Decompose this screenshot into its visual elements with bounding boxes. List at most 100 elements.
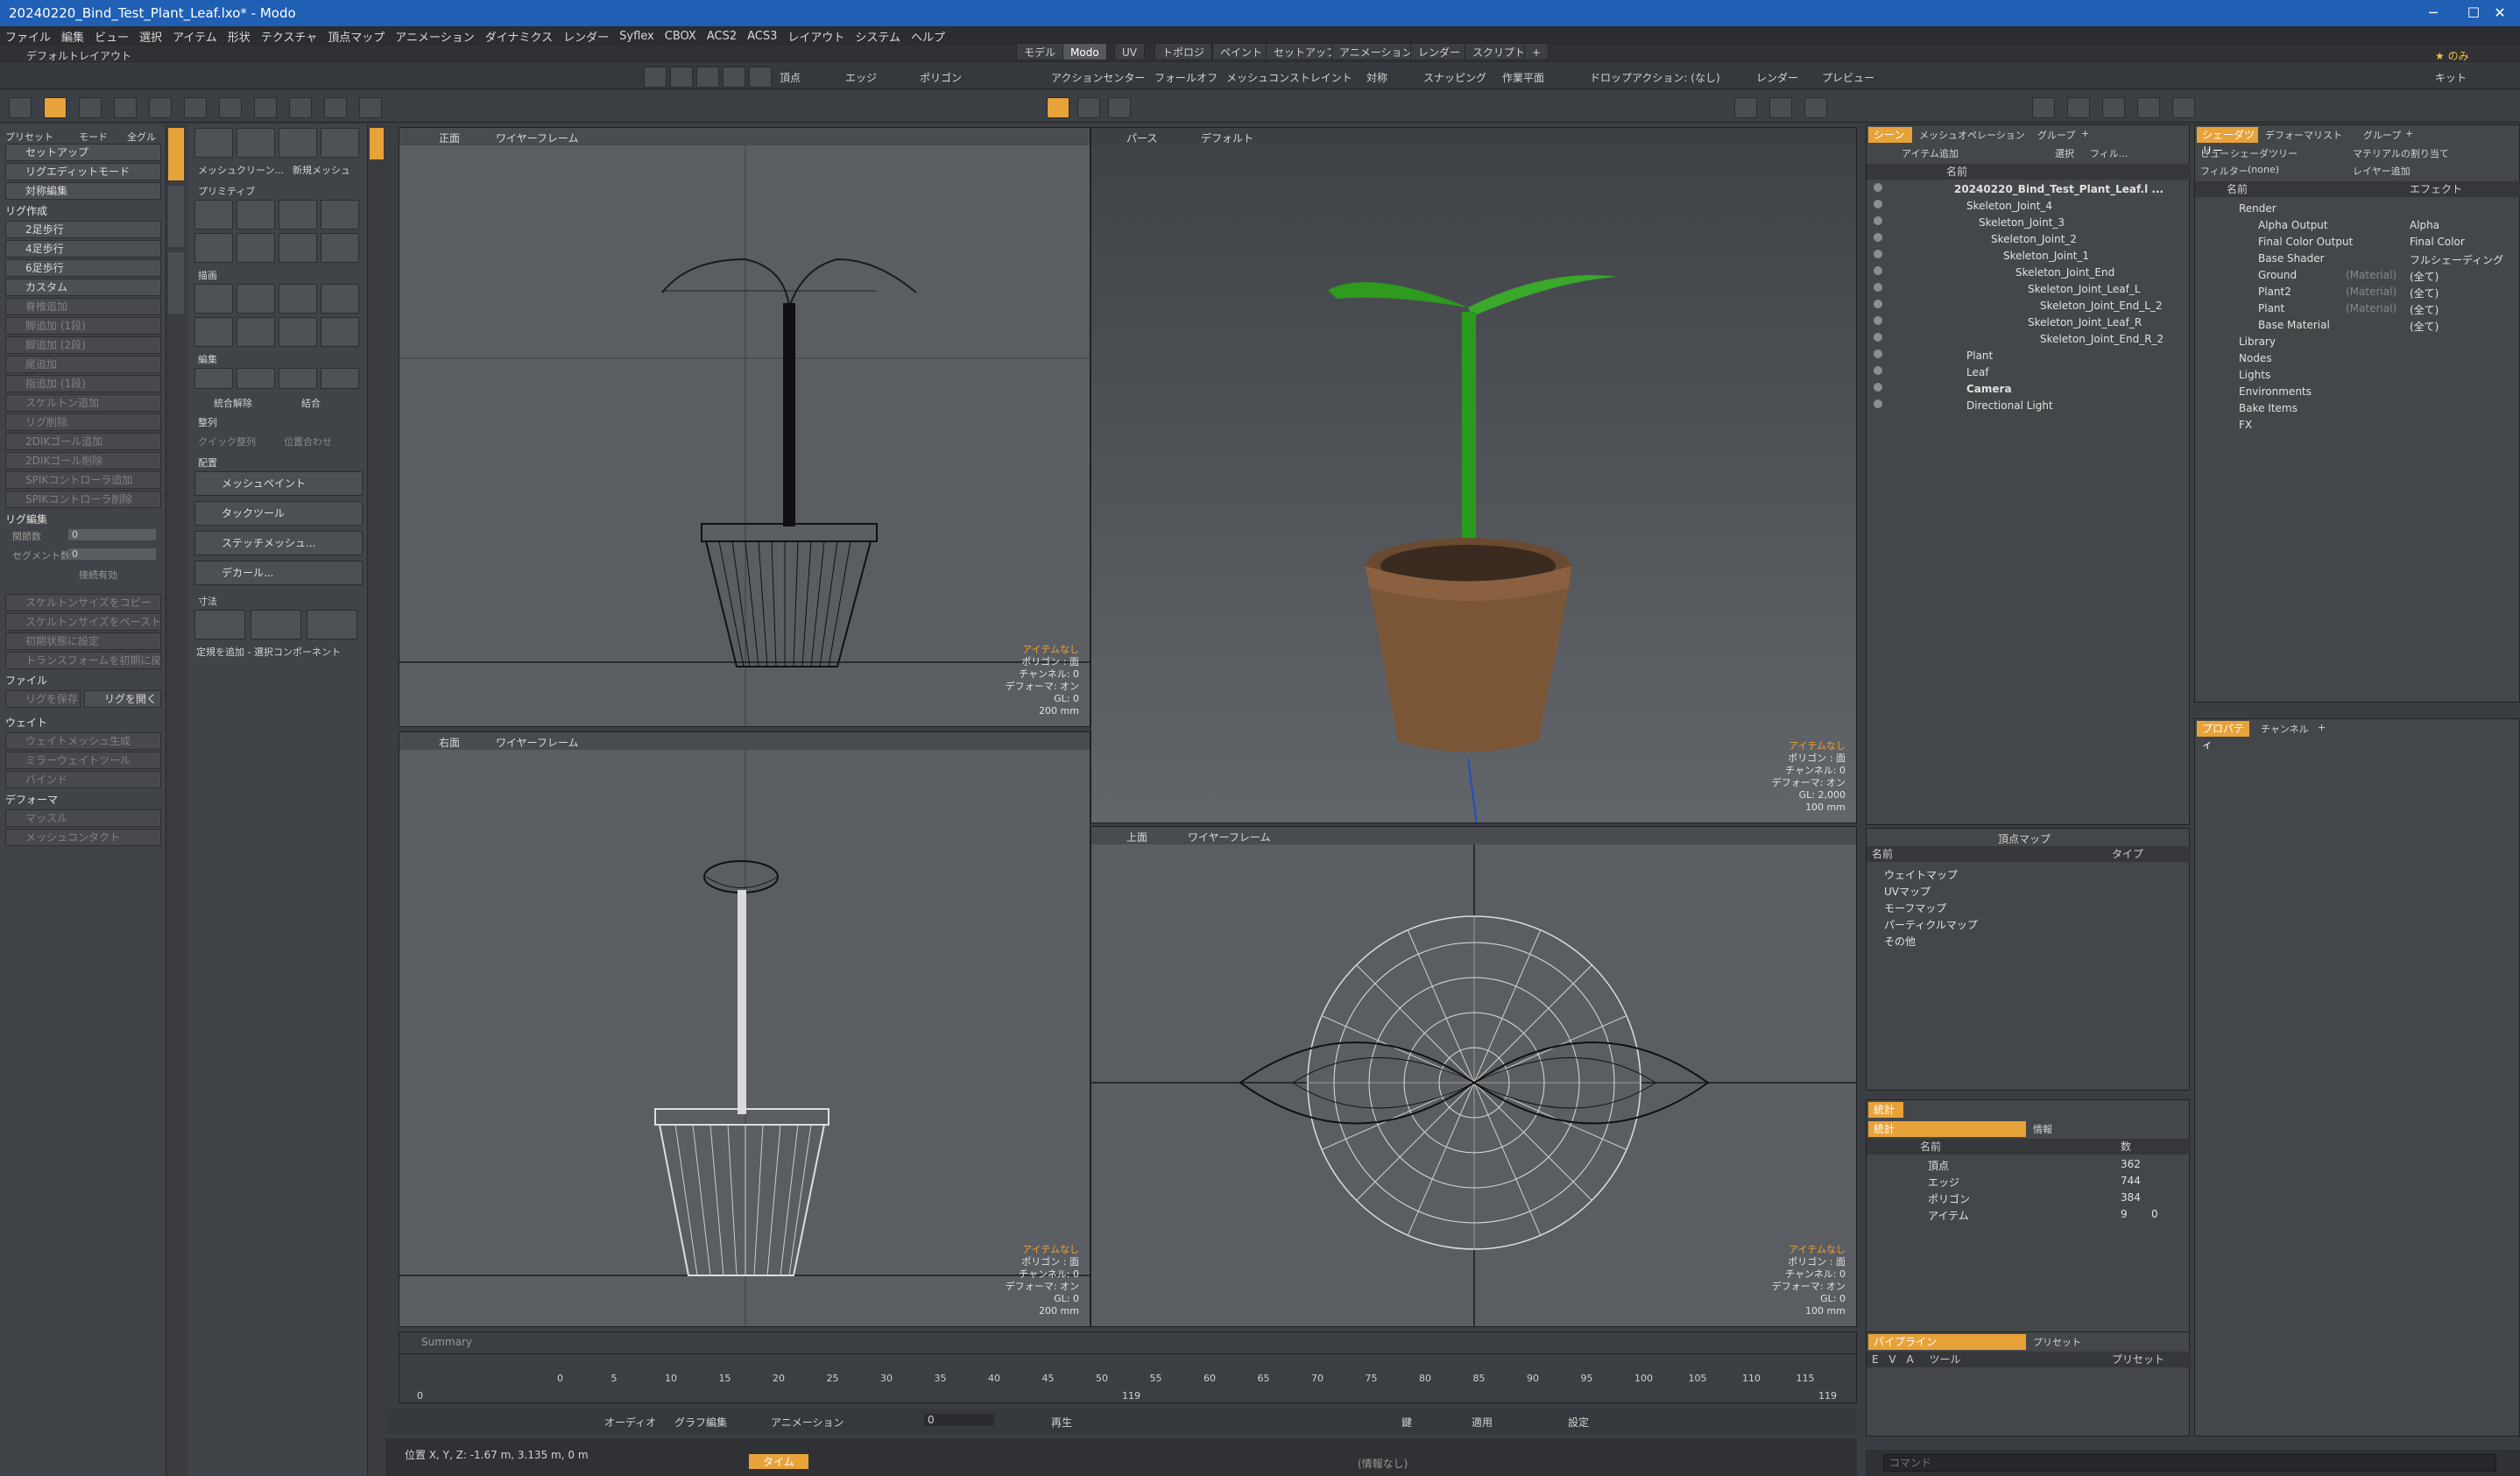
box-select-icon[interactable] bbox=[1047, 97, 1069, 118]
rig-create-item[interactable]: 脊椎追加 bbox=[5, 298, 161, 315]
tab-add[interactable]: + bbox=[1524, 43, 1549, 60]
graph-editor-button[interactable]: グラフ編集 bbox=[674, 1415, 727, 1430]
group-dropdown[interactable]: 全グル bbox=[127, 130, 156, 144]
scene-item[interactable]: Skeleton_Joint_1 bbox=[2003, 250, 2089, 262]
shader-item[interactable]: Base Material bbox=[2258, 319, 2330, 331]
tab-script[interactable]: スクリプト bbox=[1465, 43, 1534, 60]
scene-item[interactable]: Skeleton_Joint_End_L_2 bbox=[2040, 300, 2163, 312]
delete-icon[interactable] bbox=[321, 368, 359, 389]
curve-icon-1[interactable] bbox=[194, 317, 233, 347]
visibility-eye-icon[interactable] bbox=[1874, 333, 1882, 342]
menu-acs3[interactable]: ACS3 bbox=[747, 30, 777, 43]
tab-mesh-ops[interactable]: メッシュオペレーション bbox=[1919, 128, 2025, 142]
edge-mode[interactable]: エッジ bbox=[845, 70, 877, 85]
select-icon[interactable] bbox=[644, 67, 667, 88]
rig-create-item[interactable]: SPIKコントローラ追加 bbox=[5, 471, 161, 489]
play-button[interactable]: 再生 bbox=[1051, 1415, 1072, 1430]
vmap-item[interactable]: モーフマップ bbox=[1884, 900, 1946, 915]
new-mesh-button[interactable]: 新規メッシュ bbox=[293, 163, 350, 177]
tab-animation[interactable]: アニメーション bbox=[1331, 43, 1421, 60]
scene-item[interactable]: Skeleton_Joint_End_R_2 bbox=[2040, 333, 2164, 345]
capsule-icon[interactable] bbox=[279, 233, 317, 263]
material-icon[interactable] bbox=[2137, 97, 2160, 118]
sketch-icon[interactable] bbox=[321, 284, 359, 314]
add-layer-button[interactable]: レイヤー追加 bbox=[2353, 164, 2411, 178]
tab-add-scene[interactable]: + bbox=[2081, 128, 2089, 139]
audio-button[interactable]: オーディオ bbox=[604, 1415, 656, 1430]
visibility-eye-icon[interactable] bbox=[1874, 250, 1882, 258]
vmap-item[interactable]: ウェイトマップ bbox=[1884, 867, 1958, 882]
shader-item[interactable]: Final Color Output bbox=[2258, 236, 2353, 248]
shade-mode[interactable]: デフォルト bbox=[1201, 131, 1253, 145]
rig-edit-item[interactable]: 初期状態に設定 bbox=[5, 632, 161, 650]
rig-icon[interactable] bbox=[289, 97, 312, 118]
shader-item[interactable]: Library bbox=[2239, 335, 2276, 348]
tack-tool-button[interactable]: タックツール bbox=[194, 501, 363, 526]
scene-item[interactable]: Directional Light bbox=[1966, 399, 2053, 412]
menu-layout[interactable]: レイアウト bbox=[787, 28, 844, 45]
scene-item[interactable]: Skeleton_Joint_Leaf_L bbox=[2028, 283, 2141, 295]
rig-create-item[interactable]: 4足歩行 bbox=[5, 240, 161, 258]
tab-edit-vertical[interactable] bbox=[168, 252, 184, 314]
rig-create-item[interactable]: 2足歩行 bbox=[5, 221, 161, 238]
list-icon[interactable] bbox=[1734, 97, 1757, 118]
visibility-eye-icon[interactable] bbox=[1874, 283, 1882, 292]
animation-dropdown[interactable]: アニメーション bbox=[771, 1415, 844, 1430]
tab-modo[interactable]: Modo bbox=[1062, 43, 1107, 60]
tool-icon-3[interactable] bbox=[279, 128, 317, 158]
move-icon[interactable] bbox=[696, 67, 719, 88]
scene-item[interactable]: Camera bbox=[1966, 383, 2012, 395]
viewport-front[interactable]: 正面 ワイヤーフレーム アイテムなし ポリゴン : 面 チャンネル: 0 デフォ… bbox=[399, 127, 1091, 727]
shader-item[interactable]: Ground bbox=[2258, 269, 2297, 281]
align-to-button[interactable]: 位置合わせ bbox=[284, 434, 332, 448]
minimize-button[interactable]: ─ bbox=[2413, 0, 2453, 26]
refresh-icon[interactable] bbox=[359, 97, 382, 118]
vmap-item[interactable]: その他 bbox=[1884, 934, 1916, 949]
shader-item[interactable]: Lights bbox=[2239, 369, 2270, 381]
shade-mode[interactable]: ワイヤーフレーム bbox=[496, 735, 579, 750]
image-icon[interactable] bbox=[1804, 97, 1827, 118]
rig-create-item[interactable]: 脚追加 (2段) bbox=[5, 336, 161, 354]
mesh-paint-button[interactable]: メッシュペイント bbox=[194, 471, 363, 496]
apply-button[interactable]: 適用 bbox=[1472, 1415, 1493, 1430]
menu-help[interactable]: ヘルプ bbox=[911, 28, 945, 45]
rig-create-item[interactable]: SPIKコントローラ削除 bbox=[5, 491, 161, 508]
ruler-icon[interactable] bbox=[194, 610, 245, 639]
shader-effect[interactable]: Alpha bbox=[2410, 219, 2439, 231]
scene-item[interactable]: Skeleton_Joint_3 bbox=[1979, 216, 2065, 229]
menu-system[interactable]: システム bbox=[855, 28, 900, 45]
segment-count-field[interactable]: 0 bbox=[68, 548, 156, 560]
stitch-mesh-button[interactable]: ステッチメッシュ... bbox=[194, 531, 363, 555]
visibility-eye-icon[interactable] bbox=[1874, 300, 1882, 308]
torus-icon[interactable] bbox=[194, 233, 233, 263]
menu-file[interactable]: ファイル bbox=[5, 28, 51, 45]
shader-item[interactable]: Nodes bbox=[2239, 352, 2272, 364]
assign-material-button[interactable]: マテリアルの割り当て bbox=[2353, 146, 2449, 160]
drop-action-dropdown[interactable]: ドロップアクション: (なし) bbox=[1590, 70, 1720, 85]
cut-icon[interactable] bbox=[194, 368, 233, 389]
command-input[interactable] bbox=[1883, 1454, 2496, 1472]
shader-item[interactable]: Plant bbox=[2258, 302, 2284, 314]
view-name[interactable]: 正面 bbox=[439, 131, 460, 145]
tab-paint[interactable]: ペイント bbox=[1212, 43, 1271, 60]
join-button[interactable]: 結合 bbox=[301, 396, 321, 410]
left-item[interactable]: 対称編集 bbox=[5, 182, 161, 200]
shade-mode[interactable]: ワイヤーフレーム bbox=[1188, 830, 1271, 844]
open-rig-button[interactable]: リグを開く bbox=[84, 690, 161, 708]
grid-icon[interactable] bbox=[114, 97, 137, 118]
select-button[interactable]: 選択 bbox=[2055, 146, 2074, 160]
locator-icon[interactable] bbox=[254, 97, 277, 118]
unmerge-button[interactable]: 統合解除 bbox=[214, 396, 252, 410]
frame-input[interactable]: 0 bbox=[924, 1414, 994, 1426]
scene-item[interactable]: Plant bbox=[1966, 350, 1993, 362]
cone-icon[interactable] bbox=[321, 200, 359, 230]
vertex-mode[interactable]: 頂点 bbox=[780, 70, 801, 85]
view-name[interactable]: 右面 bbox=[439, 735, 460, 750]
joint-count-field[interactable]: 0 bbox=[68, 529, 156, 540]
curve-icon-2[interactable] bbox=[236, 317, 275, 347]
scene-item[interactable]: Leaf bbox=[1966, 366, 1988, 378]
menu-geometry[interactable]: 形状 bbox=[228, 28, 251, 45]
tab-shader-groups[interactable]: グループ bbox=[2363, 128, 2401, 142]
only-filter[interactable]: ★ のみ bbox=[2435, 48, 2469, 63]
menu-cbox[interactable]: CBOX bbox=[665, 30, 696, 43]
